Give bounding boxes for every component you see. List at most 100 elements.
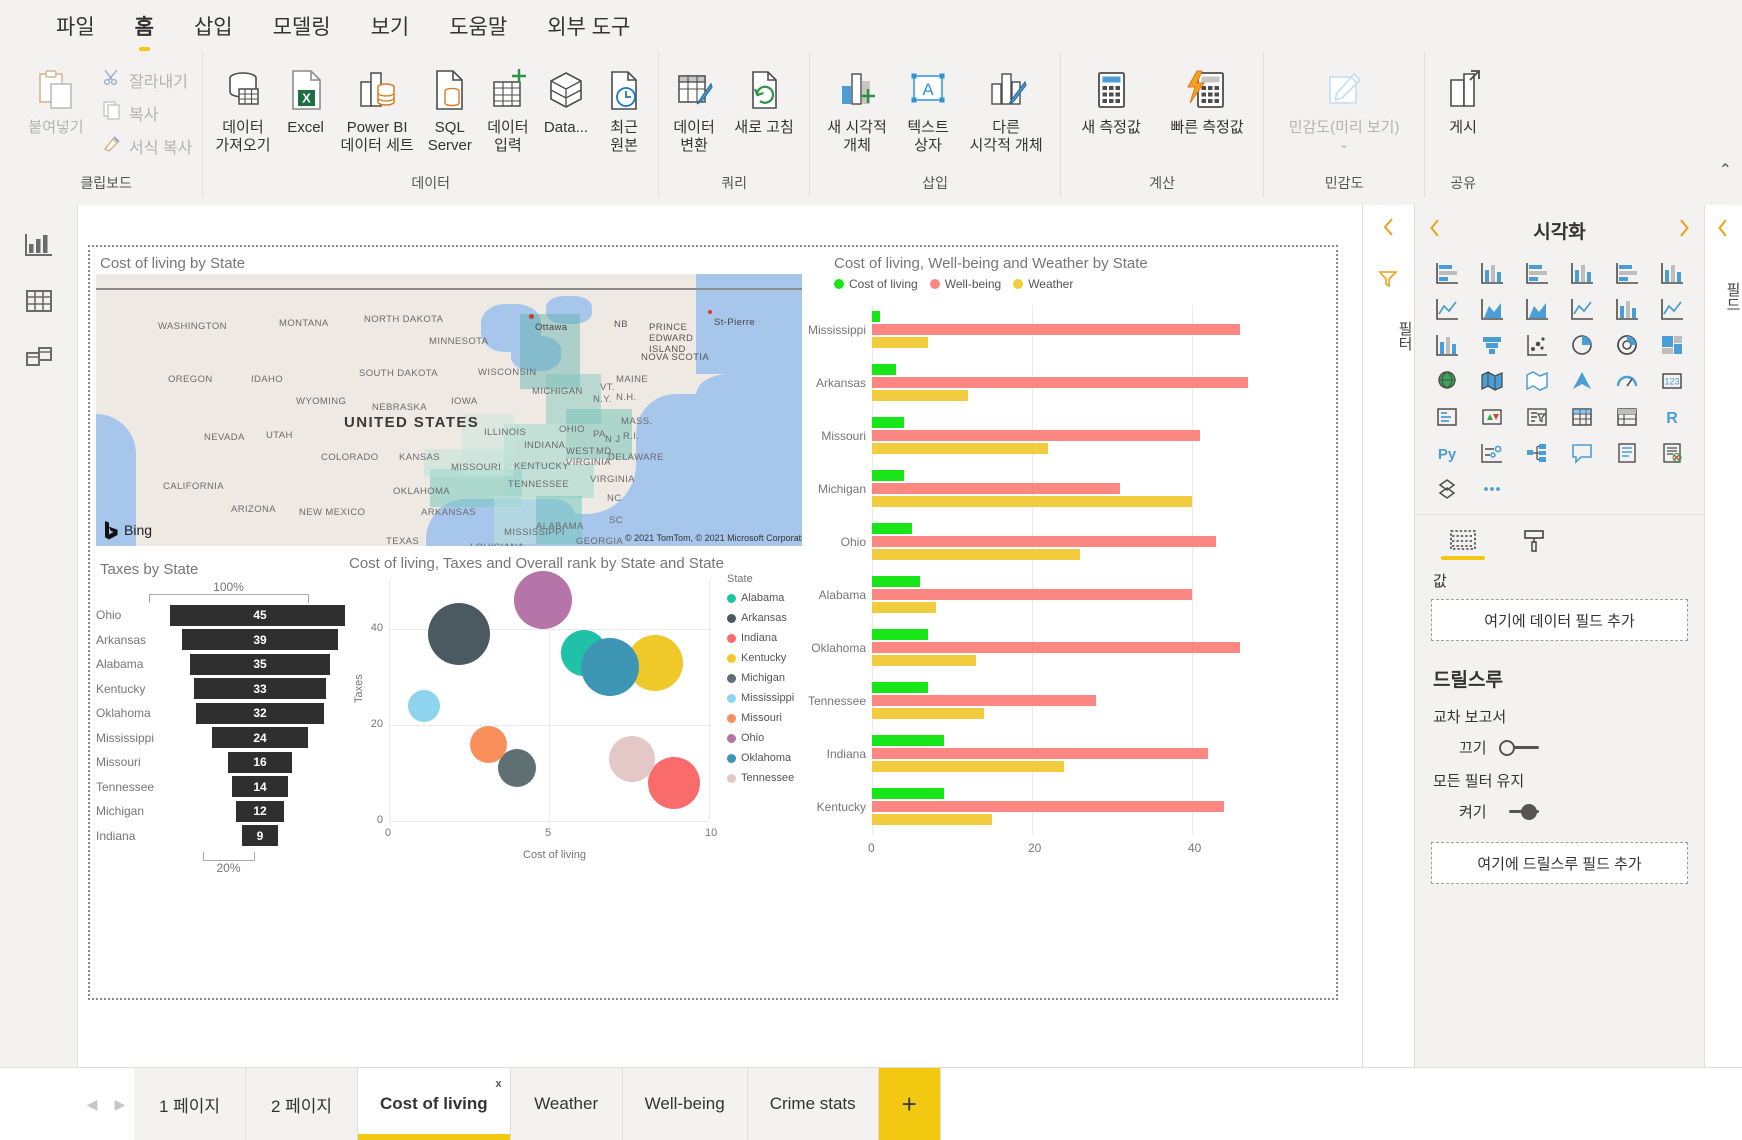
bars-bar[interactable] [872,589,1192,600]
shape-map-icon[interactable] [1515,366,1558,396]
bars-legend-item[interactable]: Cost of living [834,277,918,291]
bars-bar[interactable] [872,417,904,428]
bars-group[interactable]: Ohio [841,523,1272,564]
bars-bar[interactable] [872,523,912,534]
bars-group[interactable]: Arkansas [816,364,1272,405]
100-stacked-bar-icon[interactable] [1606,258,1649,288]
bars-bar[interactable] [872,483,1120,494]
funnel-row[interactable]: Oklahoma 32 [96,701,361,726]
funnel-bar[interactable]: 16 [228,751,292,773]
scatter-bubble[interactable] [609,735,656,782]
map-icon[interactable] [1425,366,1468,396]
bars-bar[interactable] [872,324,1240,335]
line-clustered-column-icon[interactable] [1606,294,1649,324]
funnel-bar[interactable]: 39 [182,629,338,651]
clustered-bar-chart-icon[interactable] [1515,258,1558,288]
menu-item-file[interactable]: 파일 [40,5,111,47]
treemap-icon[interactable] [1651,330,1694,360]
keep-all-filters-toggle[interactable] [1499,803,1539,820]
card-icon[interactable]: 123 [1651,366,1694,396]
transform-data-button[interactable]: 데이터 변환 [665,60,723,159]
visual-map-cost-of-living[interactable]: Cost of living by State WASHINGTON MONTA… [96,253,856,553]
power-apps-icon[interactable] [1425,474,1468,504]
table-icon[interactable] [1561,402,1604,432]
excel-button[interactable]: X Excel [279,60,333,141]
page-tab[interactable]: Well-being [622,1068,748,1140]
stacked-area-chart-icon[interactable] [1515,294,1558,324]
collapse-ribbon-button[interactable]: ⌃ [1719,160,1732,180]
bars-bar[interactable] [872,377,1248,388]
funnel-row[interactable]: Michigan 12 [96,799,361,824]
bars-legend-item[interactable]: Weather [1013,277,1073,291]
bars-bar[interactable] [872,655,976,666]
scatter-plot-area[interactable] [389,571,710,822]
filled-map-icon[interactable] [1470,366,1513,396]
bars-group[interactable]: Alabama [819,576,1272,617]
cross-report-toggle-row[interactable]: 끄기 [1415,733,1704,762]
bars-group[interactable]: Mississippi [808,311,1272,352]
r-script-visual-icon[interactable]: R [1651,402,1694,432]
funnel-row[interactable]: Alabama 35 [96,652,361,677]
slicer-icon[interactable] [1515,402,1558,432]
get-data-button[interactable]: 데이터 가져오기 [209,60,276,159]
bars-bar[interactable] [872,549,1080,560]
kpi-icon[interactable] [1470,402,1513,432]
funnel-bar[interactable]: 35 [190,653,330,675]
waterfall-chart-icon[interactable] [1425,330,1468,360]
map-render-surface[interactable]: WASHINGTON MONTANA NORTH DAKOTA MINNESOT… [96,274,844,546]
funnel-bar[interactable]: 32 [196,702,324,724]
funnel-bar[interactable]: 12 [236,800,284,822]
funnel-row[interactable]: Arkansas 39 [96,628,361,653]
smart-narrative-icon[interactable] [1606,438,1649,468]
bars-plot-area[interactable]: Mississippi Arkansas Missouri Michigan Ohio A… [808,305,1272,835]
bars-bar[interactable] [872,576,920,587]
bars-bar[interactable] [872,602,936,613]
funnel-chart-icon[interactable] [1470,330,1513,360]
page-tab[interactable]: Cost of living x [358,1068,511,1140]
100-stacked-column-icon[interactable] [1651,258,1694,288]
bars-bar[interactable] [872,735,944,746]
tabs-prev-button[interactable]: ◀ [78,1068,106,1140]
qna-icon[interactable] [1561,438,1604,468]
bars-bar[interactable] [872,748,1208,759]
enter-data-button[interactable]: 데이터 입력 [480,60,536,159]
clustered-column-chart-icon[interactable] [1561,258,1604,288]
format-painter-button[interactable]: 서식 복사 [98,132,196,159]
bars-bar[interactable] [872,430,1200,441]
funnel-bar[interactable]: 9 [242,825,278,847]
bars-bar[interactable] [872,788,944,799]
bars-group[interactable]: Oklahoma [811,629,1272,670]
pie-chart-icon[interactable] [1561,330,1604,360]
funnel-row[interactable]: Ohio 45 [96,603,361,628]
funnel-row[interactable]: Tennessee 14 [96,775,361,800]
visual-funnel-taxes[interactable]: Taxes by State 100% Ohio 45 Arkansas 39 Alab… [96,559,361,889]
cut-button[interactable]: 잘라내기 [98,66,196,93]
values-dropzone[interactable]: 여기에 데이터 필드 추가 [1431,599,1688,641]
paste-button[interactable]: 붙여넣기 [16,60,96,141]
drillthrough-dropzone[interactable]: 여기에 드릴스루 필드 추가 [1431,842,1688,884]
bars-bar[interactable] [872,682,928,693]
bars-group[interactable]: Michigan [818,470,1272,511]
scatter-bubble[interactable] [469,725,507,763]
sensitivity-button[interactable]: 민감도(미리 보기) ⌄ [1270,60,1418,155]
funnel-row[interactable]: Mississippi 24 [96,726,361,751]
sql-server-button[interactable]: SQL Server [422,60,478,159]
page-tab[interactable]: Weather [510,1068,623,1140]
format-tab[interactable] [1513,529,1557,562]
bars-bar[interactable] [872,443,1048,454]
bars-bar[interactable] [872,629,928,640]
dataverse-button[interactable]: Data... [538,60,594,141]
scatter-chart-icon[interactable] [1515,330,1558,360]
scatter-bubble[interactable] [513,571,572,630]
copy-button[interactable]: 복사 [98,99,196,126]
bars-legend-item[interactable]: Well-being [929,277,1001,291]
menu-item-external-tools[interactable]: 외부 도구 [531,5,646,47]
page-tab[interactable]: 1 페이지 [134,1068,246,1140]
bars-bar[interactable] [872,708,984,719]
bars-bar[interactable] [872,311,880,322]
multi-row-card-icon[interactable] [1425,402,1468,432]
report-page-selection[interactable]: Cost of living by State WASHINGTON MONTA… [88,245,1338,1000]
funnel-row[interactable]: Kentucky 33 [96,677,361,702]
menu-item-help[interactable]: 도움말 [433,5,523,47]
powerbi-dataset-button[interactable]: Power BI 데이터 세트 [335,60,420,159]
